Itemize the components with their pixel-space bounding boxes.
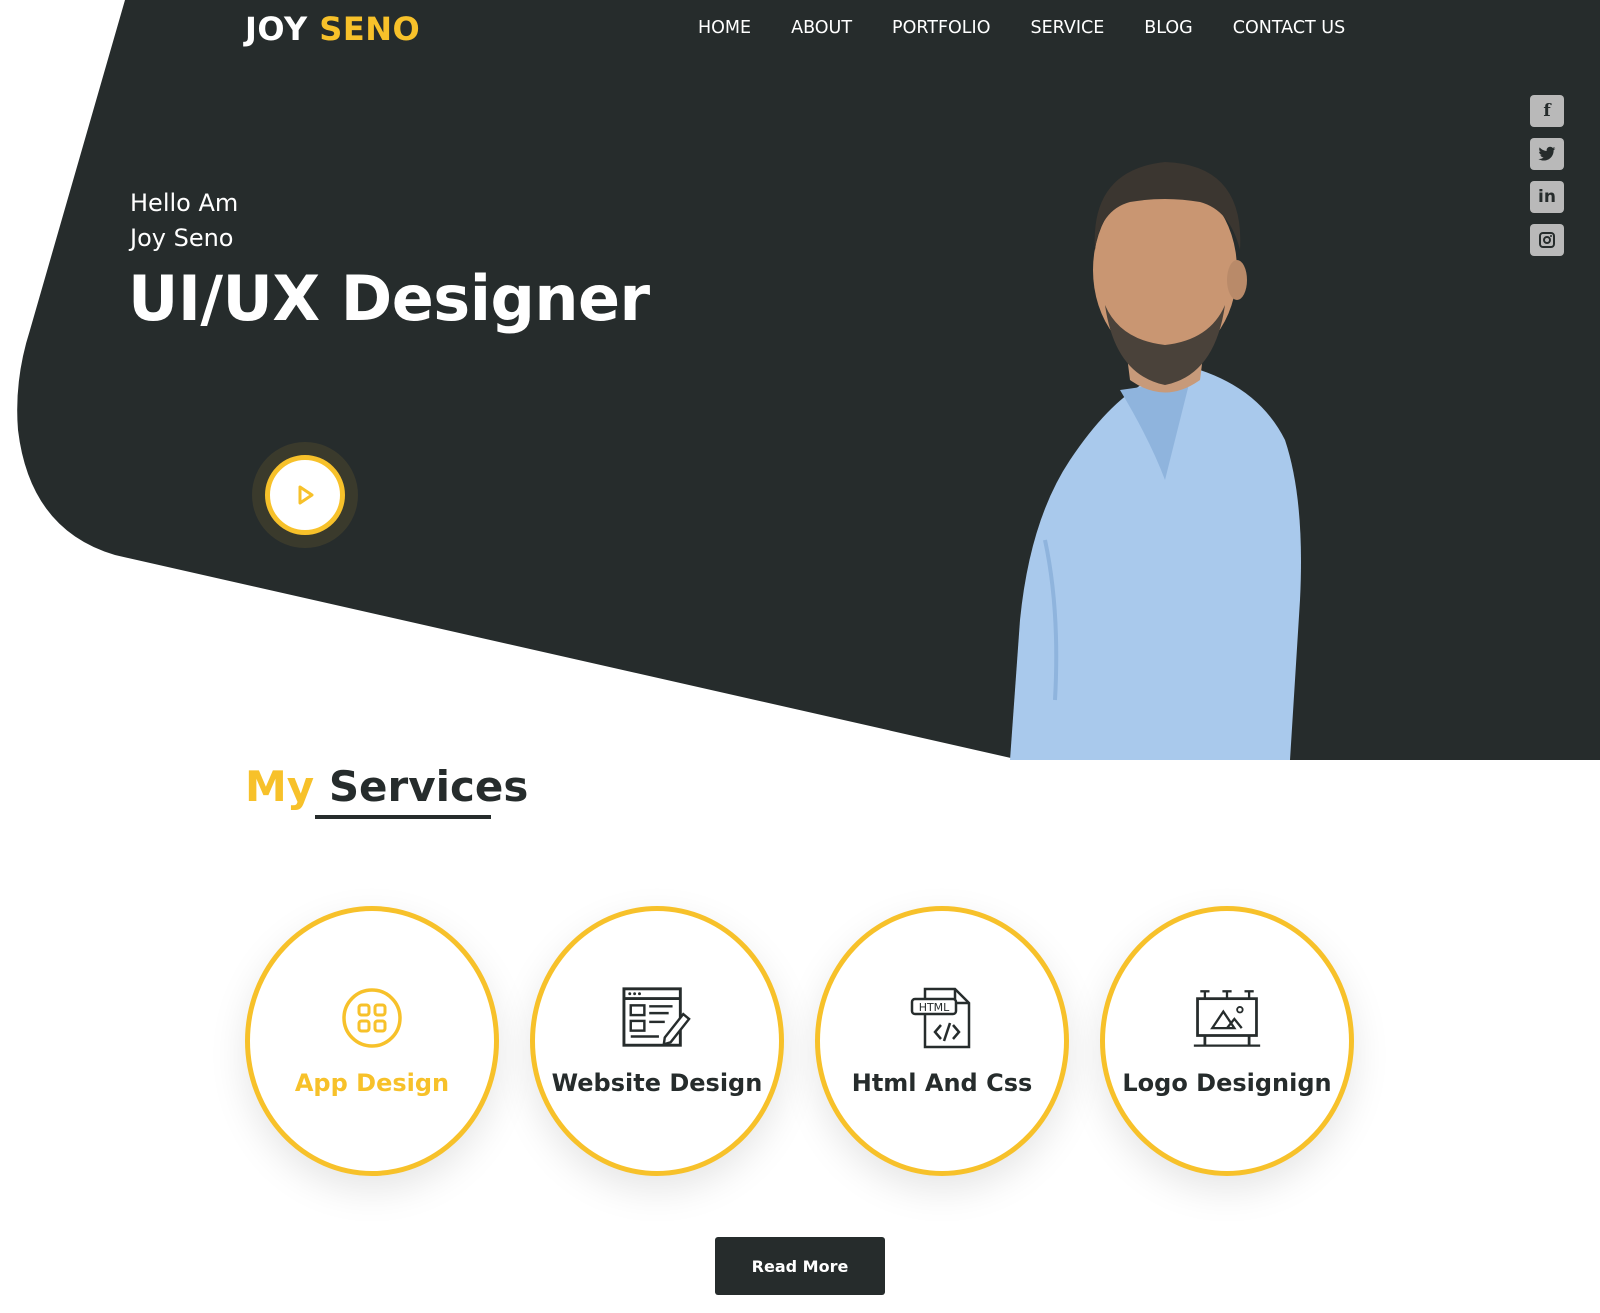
- service-label: App Design: [294, 1069, 450, 1097]
- services-underline: [315, 815, 491, 819]
- linkedin-button[interactable]: in: [1530, 181, 1564, 213]
- twitter-icon: [1538, 146, 1556, 161]
- app-grid-icon: [337, 983, 407, 1053]
- main-nav: HOME ABOUT PORTFOLIO SERVICE BLOG CONTAC…: [698, 18, 1345, 38]
- twitter-button[interactable]: [1530, 138, 1564, 170]
- services-heading-accent: My: [245, 762, 315, 811]
- hero-background: [17, 0, 1600, 760]
- instagram-icon: [1539, 232, 1555, 248]
- hero-portrait: [1010, 162, 1301, 760]
- service-label: Website Design: [551, 1069, 763, 1097]
- nav-home[interactable]: HOME: [698, 18, 751, 38]
- instagram-button[interactable]: [1530, 224, 1564, 256]
- services-heading: My Services: [245, 762, 528, 811]
- hero-role: UI/UX Designer: [128, 262, 650, 335]
- read-more-button[interactable]: Read More: [715, 1237, 885, 1295]
- hero-intro: Hello Am Joy Seno: [130, 186, 238, 256]
- services-heading-main: Services: [328, 762, 529, 811]
- service-label: Logo Designign: [1122, 1069, 1332, 1097]
- logo-first: JOY: [245, 10, 308, 48]
- website-design-icon: [622, 983, 692, 1053]
- svg-text:HTML: HTML: [919, 1001, 950, 1014]
- service-label: Html And Css: [851, 1069, 1033, 1097]
- service-card-website-design[interactable]: Website Design: [530, 906, 784, 1176]
- hero-name: Joy Seno: [130, 224, 234, 252]
- logo-second: SENO: [319, 10, 421, 48]
- nav-contact-us[interactable]: CONTACT US: [1233, 18, 1345, 38]
- nav-blog[interactable]: BLOG: [1144, 18, 1192, 38]
- nav-portfolio[interactable]: PORTFOLIO: [892, 18, 990, 38]
- linkedin-icon: in: [1538, 187, 1556, 207]
- nav-service[interactable]: SERVICE: [1030, 18, 1104, 38]
- service-card-html-and-css[interactable]: HTML Html And Css: [815, 906, 1069, 1176]
- service-card-app-design[interactable]: App Design: [245, 906, 499, 1176]
- facebook-icon: f: [1543, 101, 1551, 121]
- billboard-icon: [1192, 983, 1262, 1053]
- social-bar: f in: [1530, 95, 1564, 256]
- service-card-logo-designign[interactable]: Logo Designign: [1100, 906, 1354, 1176]
- facebook-button[interactable]: f: [1530, 95, 1564, 127]
- nav-about[interactable]: ABOUT: [791, 18, 852, 38]
- html-file-icon: HTML: [907, 983, 977, 1053]
- play-button[interactable]: [265, 455, 345, 535]
- play-icon: [298, 485, 314, 505]
- hero-greeting: Hello Am: [130, 189, 239, 217]
- site-logo[interactable]: JOY SENO: [245, 10, 420, 48]
